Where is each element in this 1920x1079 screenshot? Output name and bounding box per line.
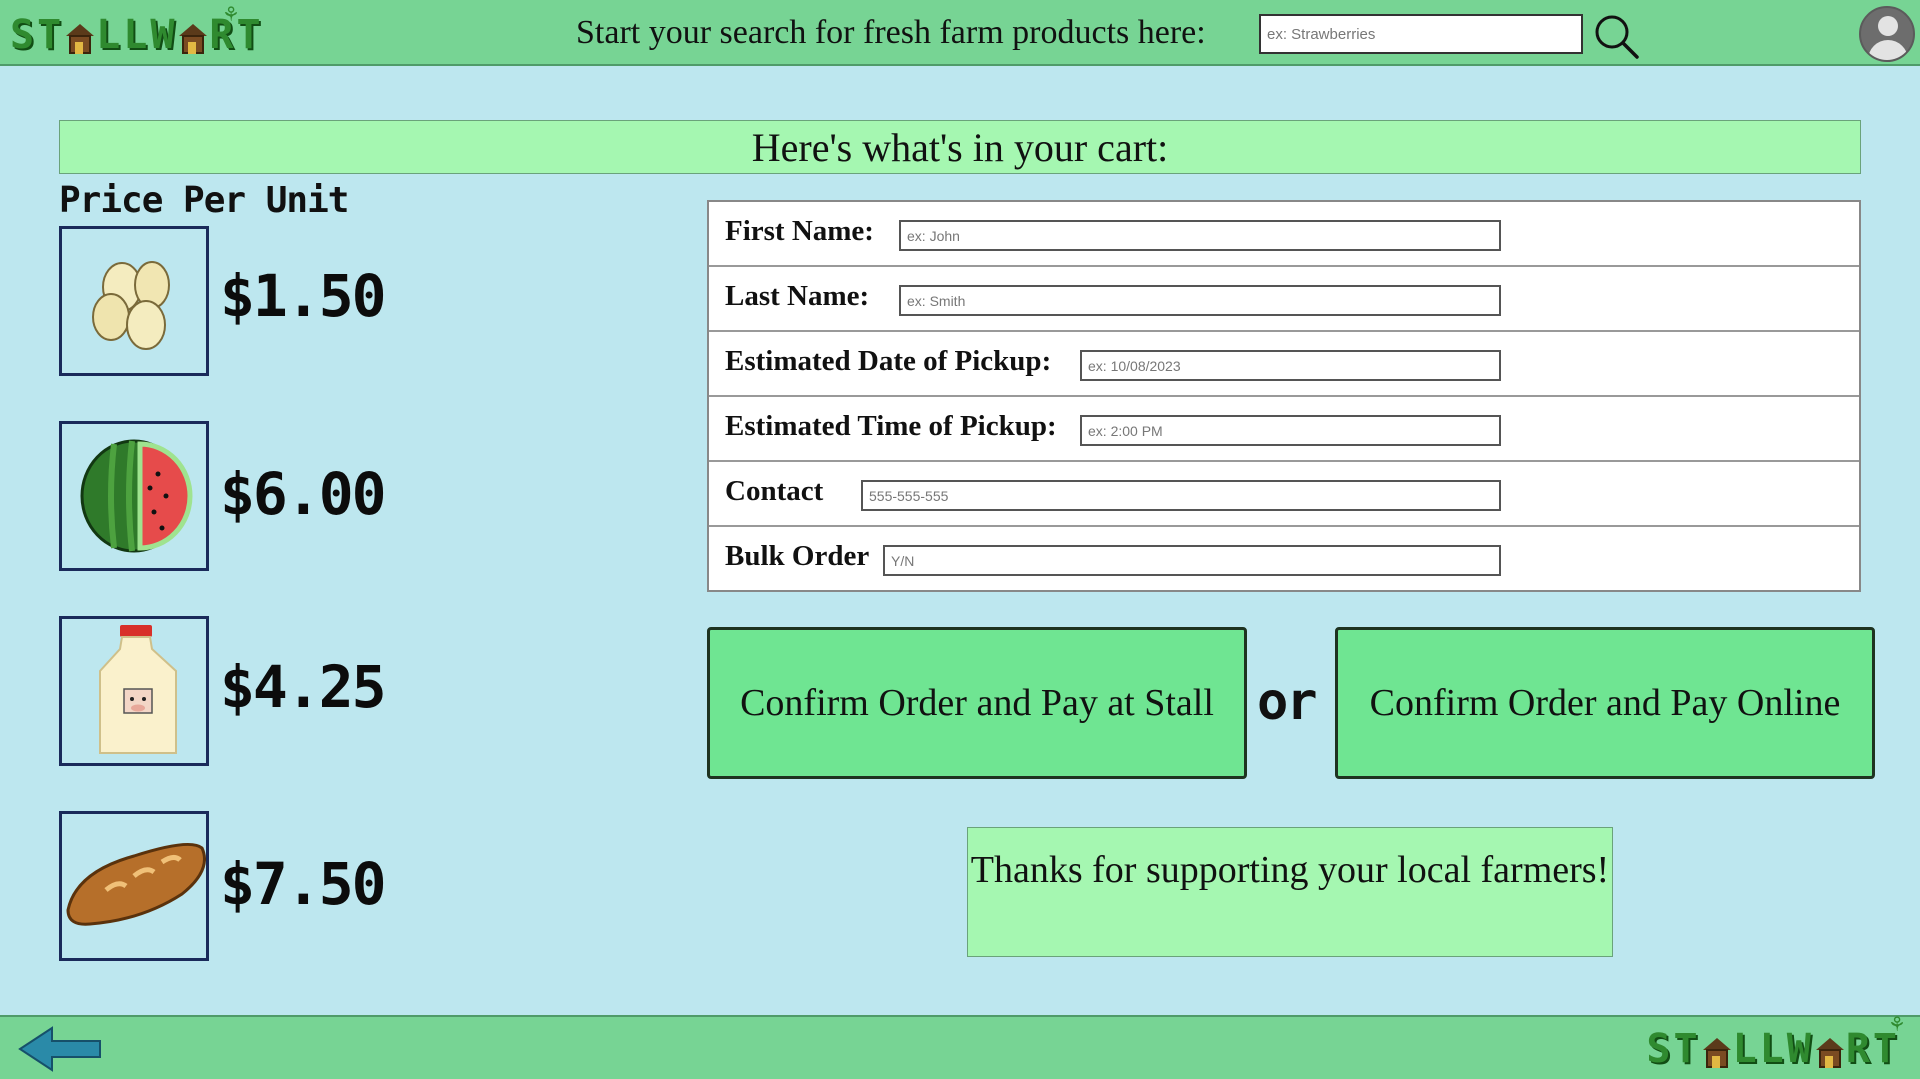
bulk-order-row: Bulk Order — [709, 527, 1859, 592]
pickup-date-label: Estimated Date of Pickup: — [725, 345, 1052, 377]
pickup-date-field[interactable] — [1080, 350, 1501, 381]
user-avatar-icon[interactable] — [1859, 6, 1915, 62]
top-bar: ST LLW RT ⚘ Start your search for fresh … — [0, 0, 1920, 66]
sprout-icon: ⚘ — [222, 4, 240, 26]
price-label: $1.50 — [220, 262, 387, 330]
watermelon-icon — [59, 421, 209, 571]
stall-house-icon — [1815, 1038, 1844, 1068]
sprout-icon: ⚘ — [1888, 1014, 1906, 1036]
eggs-icon — [59, 226, 209, 376]
milk-jug-icon — [59, 616, 209, 766]
order-form: First Name: Last Name: Estimated Date of… — [707, 200, 1861, 592]
thanks-message: Thanks for supporting your local farmers… — [967, 827, 1613, 957]
pay-at-stall-button[interactable]: Confirm Order and Pay at Stall — [707, 627, 1247, 779]
price-per-unit-heading: Price Per Unit — [59, 180, 349, 221]
footer-bar — [0, 1015, 1920, 1079]
stall-house-icon — [179, 24, 208, 54]
pickup-time-field[interactable] — [1080, 415, 1501, 446]
bread-icon — [59, 811, 209, 961]
pickup-date-row: Estimated Date of Pickup: — [709, 332, 1859, 397]
last-name-label: Last Name: — [725, 280, 870, 312]
pickup-time-label: Estimated Time of Pickup: — [725, 410, 1057, 442]
first-name-row: First Name: — [709, 202, 1859, 267]
first-name-field[interactable] — [899, 220, 1501, 251]
or-separator: or — [1257, 672, 1318, 732]
last-name-field[interactable] — [899, 285, 1501, 316]
bulk-order-label: Bulk Order — [725, 540, 870, 572]
search-icon[interactable] — [1592, 12, 1640, 60]
bulk-order-field[interactable] — [883, 545, 1501, 576]
search-input[interactable] — [1259, 14, 1583, 54]
stall-house-icon — [66, 24, 95, 54]
back-arrow-icon[interactable] — [16, 1024, 104, 1074]
price-label: $6.00 — [220, 460, 387, 528]
contact-label: Contact — [725, 475, 824, 507]
last-name-row: Last Name: — [709, 267, 1859, 332]
price-label: $7.50 — [220, 850, 387, 918]
pay-online-button[interactable]: Confirm Order and Pay Online — [1335, 627, 1875, 779]
contact-row: Contact — [709, 462, 1859, 527]
price-label: $4.25 — [220, 653, 387, 721]
stallwart-logo-footer[interactable]: ST LLW RT — [1646, 1022, 1900, 1072]
contact-field[interactable] — [861, 480, 1501, 511]
cart-banner: Here's what's in your cart: — [59, 120, 1861, 174]
pickup-time-row: Estimated Time of Pickup: — [709, 397, 1859, 462]
first-name-label: First Name: — [725, 215, 874, 247]
stall-house-icon — [1702, 1038, 1731, 1068]
search-label: Start your search for fresh farm product… — [576, 14, 1206, 51]
